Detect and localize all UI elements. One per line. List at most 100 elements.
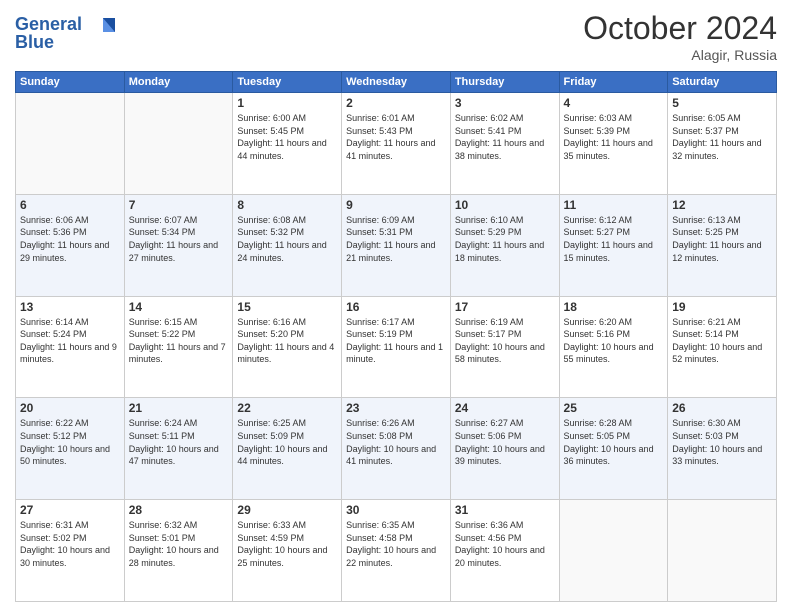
day-number: 4 bbox=[564, 96, 664, 110]
calendar-cell: 25Sunrise: 6:28 AM Sunset: 5:05 PM Dayli… bbox=[559, 398, 668, 500]
col-header-saturday: Saturday bbox=[668, 72, 777, 93]
calendar-cell: 26 Sunrise: 6:30 AM Sunset: 5:03 PM Dayli… bbox=[668, 398, 777, 500]
day-info: Sunrise: 6:19 AM Sunset: 5:17 PM Dayligh… bbox=[455, 316, 555, 366]
day-number: 13 bbox=[20, 300, 120, 314]
day-number: 17 bbox=[455, 300, 555, 314]
day-number: 6 bbox=[20, 198, 120, 212]
day-info: Sunrise: 6:31 AM Sunset: 5:02 PM Dayligh… bbox=[20, 519, 120, 569]
day-number: 16 bbox=[346, 300, 446, 314]
calendar-cell: 21 Sunrise: 6:24 AM Sunset: 5:11 PM Dayli… bbox=[124, 398, 233, 500]
day-number: 26 bbox=[672, 401, 772, 415]
day-number: 2 bbox=[346, 96, 446, 110]
calendar-cell: 4 Sunrise: 6:03 AM Sunset: 5:39 PM Daylig… bbox=[559, 93, 668, 195]
day-info: Sunrise: 6:08 AM Sunset: 5:32 PM Dayligh… bbox=[237, 214, 337, 264]
col-header-sunday: Sunday bbox=[16, 72, 125, 93]
calendar-cell bbox=[668, 500, 777, 602]
day-info: Sunrise: 6:21 AM Sunset: 5:14 PM Dayligh… bbox=[672, 316, 772, 366]
col-header-thursday: Thursday bbox=[450, 72, 559, 93]
calendar-cell: 18 Sunrise: 6:20 AM Sunset: 5:16 PM Dayli… bbox=[559, 296, 668, 398]
day-number: 1 bbox=[237, 96, 337, 110]
header: General Blue October 2024 Alagir, Russia bbox=[15, 10, 777, 63]
svg-text:General: General bbox=[15, 14, 82, 34]
day-number: 20 bbox=[20, 401, 120, 415]
calendar-cell: 12 Sunrise: 6:13 AM Sunset: 5:25 PM Dayli… bbox=[668, 194, 777, 296]
calendar-cell: 30 Sunrise: 6:35 AM Sunset: 4:58 PM Dayli… bbox=[342, 500, 451, 602]
day-info: Sunrise: 6:05 AM Sunset: 5:37 PM Dayligh… bbox=[672, 112, 772, 162]
calendar-cell: 27 Sunrise: 6:31 AM Sunset: 5:02 PM Dayli… bbox=[16, 500, 125, 602]
day-info: Sunrise: 6:12 AM Sunset: 5:27 PM Dayligh… bbox=[564, 214, 664, 264]
day-number: 18 bbox=[564, 300, 664, 314]
calendar-cell: 5 Sunrise: 6:05 AM Sunset: 5:37 PM Daylig… bbox=[668, 93, 777, 195]
day-number: 23 bbox=[346, 401, 446, 415]
month-title: October 2024 bbox=[583, 10, 777, 47]
calendar-cell: 6 Sunrise: 6:06 AM Sunset: 5:36 PM Daylig… bbox=[16, 194, 125, 296]
calendar-cell: 17 Sunrise: 6:19 AM Sunset: 5:17 PM Dayli… bbox=[450, 296, 559, 398]
day-number: 25 bbox=[564, 401, 664, 415]
day-info: Sunrise: 6:03 AM Sunset: 5:39 PM Dayligh… bbox=[564, 112, 664, 162]
day-info: Sunrise: 6:16 AM Sunset: 5:20 PM Dayligh… bbox=[237, 316, 337, 366]
day-number: 31 bbox=[455, 503, 555, 517]
calendar-cell: 8 Sunrise: 6:08 AM Sunset: 5:32 PM Daylig… bbox=[233, 194, 342, 296]
day-number: 30 bbox=[346, 503, 446, 517]
title-block: October 2024 Alagir, Russia bbox=[583, 10, 777, 63]
calendar-cell: 24Sunrise: 6:27 AM Sunset: 5:06 PM Dayli… bbox=[450, 398, 559, 500]
day-info: Sunrise: 6:10 AM Sunset: 5:29 PM Dayligh… bbox=[455, 214, 555, 264]
calendar-cell: 31 Sunrise: 6:36 AM Sunset: 4:56 PM Dayli… bbox=[450, 500, 559, 602]
day-number: 8 bbox=[237, 198, 337, 212]
col-header-monday: Monday bbox=[124, 72, 233, 93]
calendar-cell: 22Sunrise: 6:25 AM Sunset: 5:09 PM Dayli… bbox=[233, 398, 342, 500]
calendar-cell: 2 Sunrise: 6:01 AM Sunset: 5:43 PM Daylig… bbox=[342, 93, 451, 195]
day-info: Sunrise: 6:13 AM Sunset: 5:25 PM Dayligh… bbox=[672, 214, 772, 264]
day-info: Sunrise: 6:35 AM Sunset: 4:58 PM Dayligh… bbox=[346, 519, 446, 569]
day-info: Sunrise: 6:33 AM Sunset: 4:59 PM Dayligh… bbox=[237, 519, 337, 569]
day-number: 21 bbox=[129, 401, 229, 415]
day-info: Sunrise: 6:20 AM Sunset: 5:16 PM Dayligh… bbox=[564, 316, 664, 366]
calendar-cell: 3Sunrise: 6:02 AM Sunset: 5:41 PM Daylig… bbox=[450, 93, 559, 195]
day-info: Sunrise: 6:26 AM Sunset: 5:08 PM Dayligh… bbox=[346, 417, 446, 467]
calendar-cell bbox=[124, 93, 233, 195]
svg-text:Blue: Blue bbox=[15, 32, 54, 52]
calendar-cell: 19Sunrise: 6:21 AM Sunset: 5:14 PM Dayli… bbox=[668, 296, 777, 398]
calendar-cell: 14Sunrise: 6:15 AM Sunset: 5:22 PM Dayli… bbox=[124, 296, 233, 398]
col-header-friday: Friday bbox=[559, 72, 668, 93]
day-info: Sunrise: 6:02 AM Sunset: 5:41 PM Dayligh… bbox=[455, 112, 555, 162]
calendar-cell: 13 Sunrise: 6:14 AM Sunset: 5:24 PM Dayli… bbox=[16, 296, 125, 398]
calendar-cell: 7 Sunrise: 6:07 AM Sunset: 5:34 PM Daylig… bbox=[124, 194, 233, 296]
calendar-cell: 23 Sunrise: 6:26 AM Sunset: 5:08 PM Dayli… bbox=[342, 398, 451, 500]
calendar-cell bbox=[559, 500, 668, 602]
day-info: Sunrise: 6:01 AM Sunset: 5:43 PM Dayligh… bbox=[346, 112, 446, 162]
day-number: 7 bbox=[129, 198, 229, 212]
day-number: 27 bbox=[20, 503, 120, 517]
day-info: Sunrise: 6:15 AM Sunset: 5:22 PM Dayligh… bbox=[129, 316, 229, 366]
day-number: 12 bbox=[672, 198, 772, 212]
day-info: Sunrise: 6:30 AM Sunset: 5:03 PM Dayligh… bbox=[672, 417, 772, 467]
calendar-cell bbox=[16, 93, 125, 195]
calendar-cell: 15 Sunrise: 6:16 AM Sunset: 5:20 PM Dayli… bbox=[233, 296, 342, 398]
calendar-cell: 28 Sunrise: 6:32 AM Sunset: 5:01 PM Dayli… bbox=[124, 500, 233, 602]
calendar-cell: 16 Sunrise: 6:17 AM Sunset: 5:19 PM Dayli… bbox=[342, 296, 451, 398]
calendar-cell: 1Sunrise: 6:00 AM Sunset: 5:45 PM Daylig… bbox=[233, 93, 342, 195]
calendar-cell: 11 Sunrise: 6:12 AM Sunset: 5:27 PM Dayli… bbox=[559, 194, 668, 296]
calendar-cell: 29 Sunrise: 6:33 AM Sunset: 4:59 PM Dayli… bbox=[233, 500, 342, 602]
day-number: 9 bbox=[346, 198, 446, 212]
day-info: Sunrise: 6:32 AM Sunset: 5:01 PM Dayligh… bbox=[129, 519, 229, 569]
day-info: Sunrise: 6:06 AM Sunset: 5:36 PM Dayligh… bbox=[20, 214, 120, 264]
day-number: 29 bbox=[237, 503, 337, 517]
day-number: 28 bbox=[129, 503, 229, 517]
day-info: Sunrise: 6:09 AM Sunset: 5:31 PM Dayligh… bbox=[346, 214, 446, 264]
day-number: 11 bbox=[564, 198, 664, 212]
logo: General Blue bbox=[15, 10, 120, 60]
day-info: Sunrise: 6:14 AM Sunset: 5:24 PM Dayligh… bbox=[20, 316, 120, 366]
col-header-wednesday: Wednesday bbox=[342, 72, 451, 93]
page: General Blue October 2024 Alagir, Russia… bbox=[0, 0, 792, 612]
day-info: Sunrise: 6:17 AM Sunset: 5:19 PM Dayligh… bbox=[346, 316, 446, 366]
day-info: Sunrise: 6:07 AM Sunset: 5:34 PM Dayligh… bbox=[129, 214, 229, 264]
day-number: 24 bbox=[455, 401, 555, 415]
day-info: Sunrise: 6:24 AM Sunset: 5:11 PM Dayligh… bbox=[129, 417, 229, 467]
day-info: Sunrise: 6:22 AM Sunset: 5:12 PM Dayligh… bbox=[20, 417, 120, 467]
day-number: 5 bbox=[672, 96, 772, 110]
calendar-cell: 10Sunrise: 6:10 AM Sunset: 5:29 PM Dayli… bbox=[450, 194, 559, 296]
day-number: 15 bbox=[237, 300, 337, 314]
day-number: 22 bbox=[237, 401, 337, 415]
day-info: Sunrise: 6:36 AM Sunset: 4:56 PM Dayligh… bbox=[455, 519, 555, 569]
